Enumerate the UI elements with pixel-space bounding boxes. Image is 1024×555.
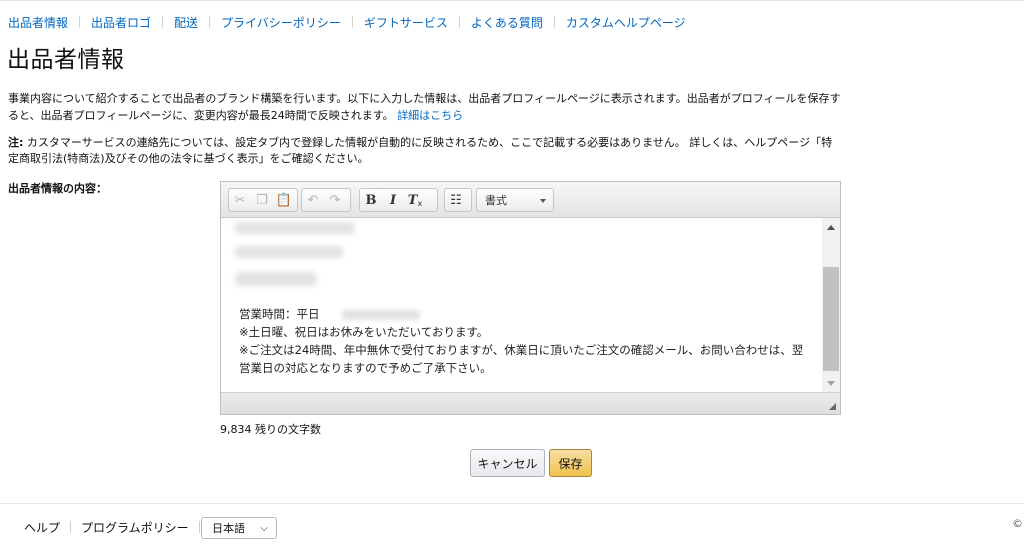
note-text: 注: カスタマーサービスの連絡先については、設定タブ内で登録した情報が自動的に反… [8,135,843,167]
nav-divider [553,16,555,28]
nav-seller-logo[interactable]: 出品者ロゴ [91,14,151,31]
seller-info-content-label: 出品者情報の内容： [8,182,107,195]
scroll-thumb[interactable] [823,267,839,371]
remaining-char-count: 9,834 残りの文字数 [220,423,321,436]
nav-divider [79,16,81,28]
paste-icon[interactable]: 📋 [273,189,295,211]
top-border [0,0,1024,1]
nav-custom-help-page[interactable]: カスタムヘルプページ [566,14,686,31]
business-hours-label: 営業時間：平日 [239,307,320,321]
resize-handle-icon[interactable] [829,403,836,410]
nav-faq[interactable]: よくある質問 [471,14,543,31]
nav-divider [162,16,164,28]
intro-text: 事業内容について紹介することで出品者のブランド構築を行います。以下に入力した情報… [8,90,843,124]
seller-info-nav: 出品者情報 出品者ロゴ 配送 プライバシーポリシー ギフトサービス よくある質問… [8,14,686,30]
business-hours-line: 営業時間：平日 [239,305,814,323]
editor-toolbar: ✂ ❐ 📋 ↶ ↷ B I Tx ☷ 書式 [221,182,840,218]
chevron-down-icon [540,199,546,203]
nav-divider [209,16,211,28]
nav-shipping[interactable]: 配送 [174,14,198,31]
footer-divider [0,503,1024,504]
nav-divider [351,16,353,28]
order-notice: ※ご注文は24時間、年中無休で受付ておりますが、休業日に頂いたご注文の確認メール… [239,343,804,375]
details-link[interactable]: 詳細はこちら [397,109,463,122]
note-label: 注: [8,136,24,149]
copyright: © [1012,517,1023,530]
language-select[interactable]: 日本語 ⌵ [201,517,277,539]
nav-gift-services[interactable]: ギフトサービス [364,14,448,31]
list-group: ☷ [444,188,472,212]
format-dropdown[interactable]: 書式 [476,188,554,212]
copy-icon[interactable]: ❐ [251,189,273,211]
footer-divider-bar [70,521,72,533]
cancel-button[interactable]: キャンセル [470,449,545,477]
scroll-down-icon[interactable] [822,374,840,392]
format-dropdown-label: 書式 [485,194,507,207]
scroll-up-icon[interactable] [822,218,840,236]
chevron-down-icon: ⌵ [260,523,268,534]
save-button[interactable]: 保存 [549,449,592,477]
history-group: ↶ ↷ [301,188,351,212]
nav-privacy-policy[interactable]: プライバシーポリシー [221,14,341,31]
basic-styles-group: B I Tx [359,188,438,212]
editor-body-text: 営業時間：平日 ※土日曜、祝日はお休みをいただいております。 ※ご注文は24時間… [239,305,814,377]
footer-links: ヘルプ プログラムポリシー [24,518,210,536]
cut-icon[interactable]: ✂ [229,189,251,211]
footer-divider-bar [198,521,200,533]
redacted-text [235,272,317,286]
footer-program-policy-link[interactable]: プログラムポリシー [81,519,189,536]
nav-seller-info[interactable]: 出品者情報 [8,14,68,31]
holiday-notice: ※土日曜、祝日はお休みをいただいております。 [239,325,489,339]
language-select-value: 日本語 [212,522,245,535]
remove-format-icon[interactable]: Tx [404,189,426,211]
note-body: カスタマーサービスの連絡先については、設定タブ内で登録した情報が自動的に反映され… [8,136,833,165]
rich-text-editor: ✂ ❐ 📋 ↶ ↷ B I Tx ☷ 書式 営業時間：平日 ※土日曜、祝日はお休… [220,181,841,415]
bulleted-list-icon[interactable]: ☷ [445,189,467,211]
footer-help-link[interactable]: ヘルプ [24,519,60,536]
clipboard-group: ✂ ❐ 📋 [228,188,298,212]
editor-scrollbar[interactable] [822,218,840,392]
undo-icon[interactable]: ↶ [302,189,324,211]
editor-content[interactable]: 営業時間：平日 ※土日曜、祝日はお休みをいただいております。 ※ご注文は24時間… [221,218,821,392]
redo-icon[interactable]: ↷ [324,189,346,211]
editor-statusbar [221,392,840,414]
bold-icon[interactable]: B [360,189,382,211]
redacted-text [235,222,355,234]
redacted-hours [341,309,420,320]
page-title: 出品者情報 [7,47,125,73]
redacted-text [235,246,343,258]
italic-icon[interactable]: I [382,189,404,211]
nav-divider [458,16,460,28]
